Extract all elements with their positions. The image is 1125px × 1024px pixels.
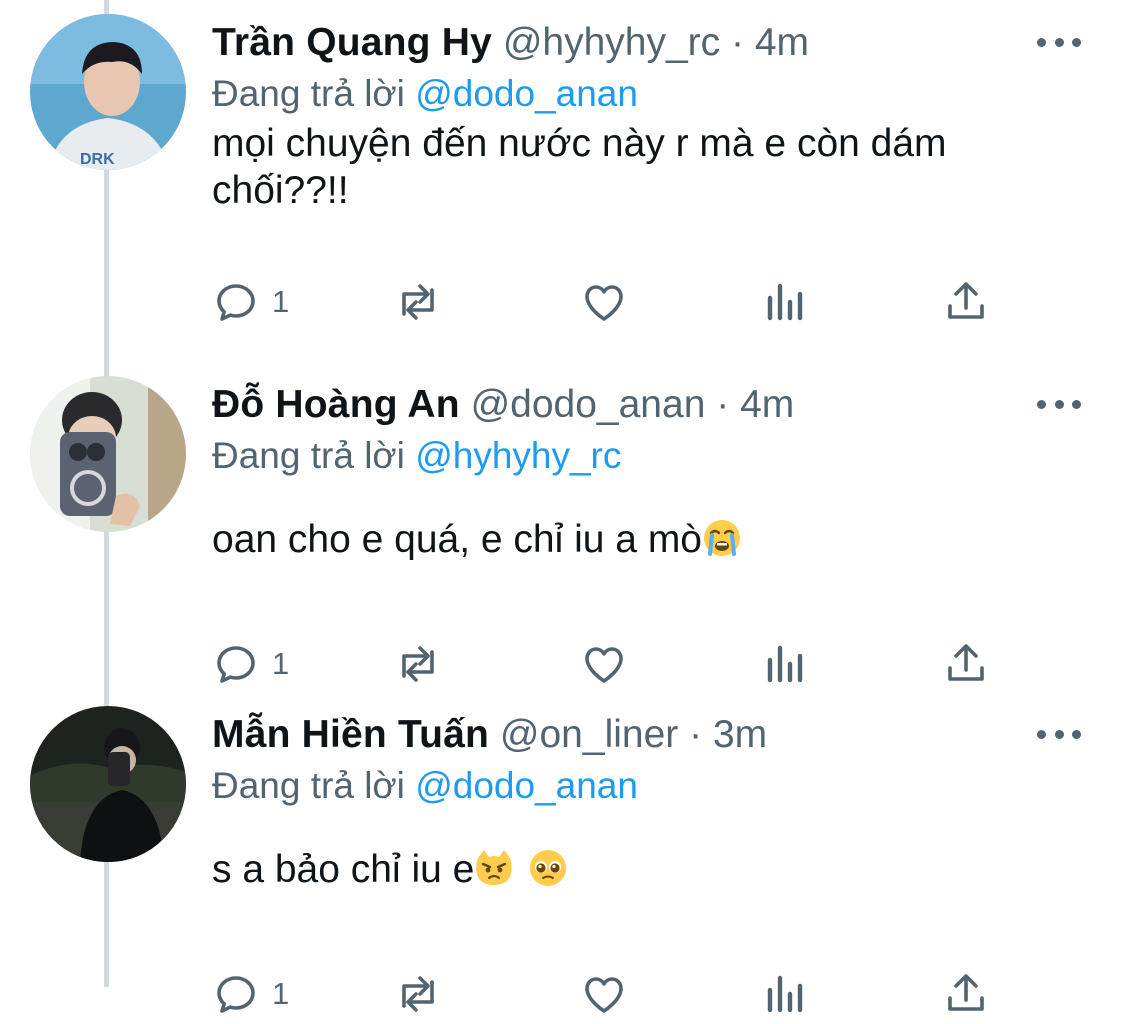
avatar[interactable]: DRK	[30, 14, 186, 170]
replying-to-line: Đang trả lời @dodo_anan	[212, 760, 638, 812]
replying-to-handle-link[interactable]: @hyhyhy_rc	[415, 435, 621, 476]
separator-dot: ·	[716, 383, 730, 426]
timestamp[interactable]: 4m	[755, 21, 809, 64]
reply-button[interactable]: 1	[212, 964, 289, 1024]
reply-count: 1	[272, 284, 290, 319]
analytics-button[interactable]	[764, 272, 808, 332]
heart-icon	[580, 278, 628, 326]
reply-tweet-1[interactable]: DRK Trần Quang Hy @hyhyhy_rc · 4m Đang t…	[0, 0, 1125, 330]
share-button[interactable]	[942, 964, 990, 1024]
display-name[interactable]: Đỗ Hoàng An	[212, 383, 460, 426]
retweet-icon	[392, 278, 444, 326]
retweet-button[interactable]	[392, 964, 444, 1024]
separator-dot: ·	[689, 713, 703, 756]
heart-icon	[580, 970, 628, 1018]
retweet-button[interactable]	[392, 272, 444, 332]
avatar[interactable]	[30, 706, 186, 862]
replying-to-line: Đang trả lời @dodo_anan	[212, 68, 638, 120]
reply-count: 1	[272, 976, 290, 1011]
user-handle[interactable]: @dodo_anan	[471, 383, 706, 426]
like-button[interactable]	[580, 964, 628, 1024]
share-icon	[942, 640, 990, 688]
more-options-icon[interactable]	[1037, 392, 1081, 416]
share-icon	[942, 970, 990, 1018]
share-button[interactable]	[942, 272, 990, 332]
tweet-header: Trần Quang Hy @hyhyhy_rc · 4m	[212, 16, 995, 70]
avatar[interactable]	[30, 376, 186, 532]
action-bar: 1	[212, 272, 1002, 332]
tweet-text-content: oan cho e quá, e chỉ iu a mò	[212, 518, 702, 561]
reply-count: 1	[272, 646, 290, 681]
analytics-icon	[764, 640, 808, 688]
reply-icon	[212, 640, 260, 688]
user-handle[interactable]: @hyhyhy_rc	[503, 21, 720, 64]
tweet-text: mọi chuyện đến nước này r mà e còn dám c…	[212, 120, 1062, 214]
loudly-crying-face-icon	[702, 518, 742, 569]
pleading-face-icon	[528, 848, 568, 899]
like-button[interactable]	[580, 272, 628, 332]
timestamp[interactable]: 3m	[713, 713, 767, 756]
replying-to-line: Đang trả lời @hyhyhy_rc	[212, 430, 621, 482]
timestamp[interactable]: 4m	[740, 383, 794, 426]
user-handle[interactable]: @on_liner	[500, 713, 678, 756]
tweet-text: oan cho e quá, e chỉ iu a mò	[212, 516, 1062, 569]
retweet-icon	[392, 970, 444, 1018]
reply-icon	[212, 278, 260, 326]
reply-tweet-3[interactable]: Mẫn Hiền Tuấn @on_liner · 3m Đang trả lờ…	[0, 692, 1125, 1022]
analytics-button[interactable]	[764, 634, 808, 694]
share-icon	[942, 278, 990, 326]
share-button[interactable]	[942, 634, 990, 694]
like-button[interactable]	[580, 634, 628, 694]
reply-icon	[212, 970, 260, 1018]
analytics-button[interactable]	[764, 964, 808, 1024]
tweet-text-content: s a bảo chỉ iu e	[212, 848, 475, 891]
replying-to-prefix: Đang trả lời	[212, 73, 405, 114]
reply-tweet-2[interactable]: Đỗ Hoàng An @dodo_anan · 4m Đang trả lời…	[0, 362, 1125, 692]
analytics-icon	[764, 278, 808, 326]
replying-to-handle-link[interactable]: @dodo_anan	[415, 73, 638, 114]
tweet-text: s a bảo chỉ iu e	[212, 846, 1062, 899]
display-name[interactable]: Trần Quang Hy	[212, 21, 492, 64]
display-name[interactable]: Mẫn Hiền Tuấn	[212, 713, 489, 756]
analytics-icon	[764, 970, 808, 1018]
tweet-text-content: mọi chuyện đến nước này r mà e còn dám c…	[212, 122, 947, 212]
separator-dot: ·	[731, 21, 745, 64]
reply-button[interactable]: 1	[212, 272, 289, 332]
retweet-button[interactable]	[392, 634, 444, 694]
action-bar: 1	[212, 964, 1002, 1024]
retweet-icon	[392, 640, 444, 688]
tweet-header: Mẫn Hiền Tuấn @on_liner · 3m	[212, 708, 995, 762]
heart-icon	[580, 640, 628, 688]
replying-to-handle-link[interactable]: @dodo_anan	[415, 765, 638, 806]
replying-to-prefix: Đang trả lời	[212, 435, 405, 476]
action-bar: 1	[212, 634, 1002, 694]
more-options-icon[interactable]	[1037, 722, 1081, 746]
more-options-icon[interactable]	[1037, 30, 1081, 54]
reply-button[interactable]: 1	[212, 634, 289, 694]
svg-text:DRK: DRK	[80, 151, 115, 168]
tweet-header: Đỗ Hoàng An @dodo_anan · 4m	[212, 378, 995, 432]
pouting-cat-face-icon	[474, 848, 514, 899]
replying-to-prefix: Đang trả lời	[212, 765, 405, 806]
